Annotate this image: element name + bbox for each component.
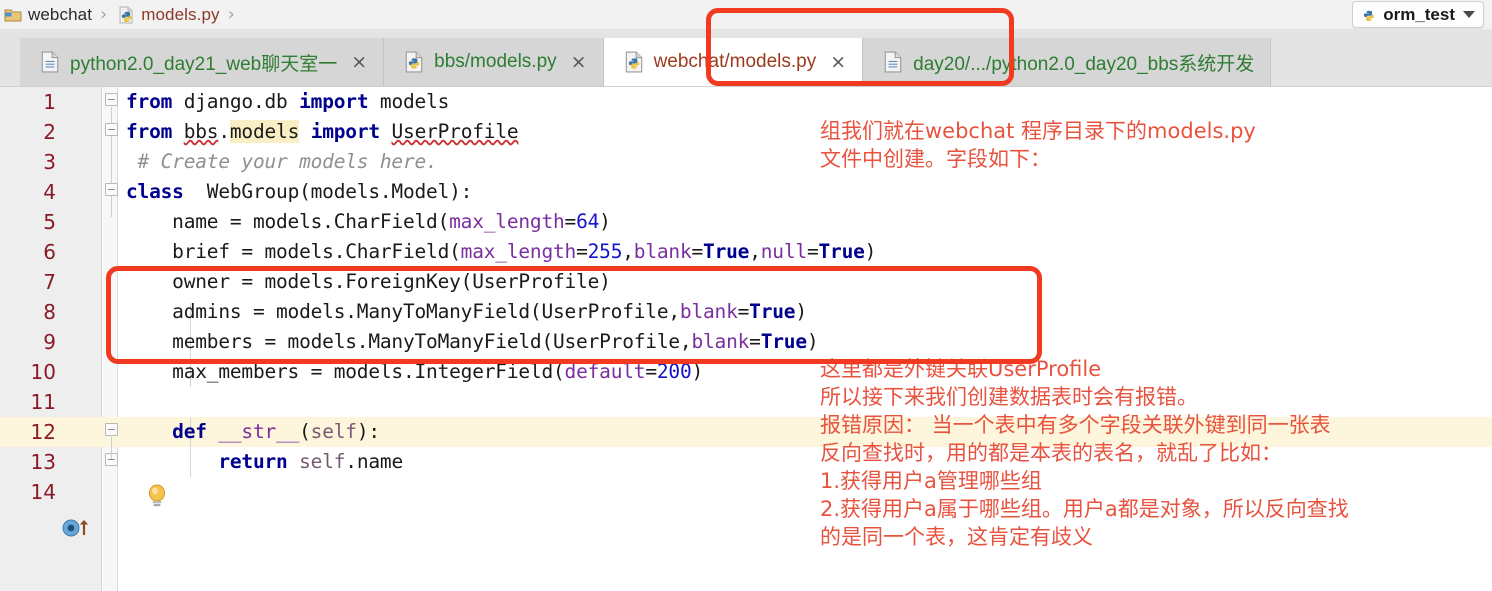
breadcrumb-separator: › [100, 4, 108, 25]
code-text: members = models.ManyToManyField(UserPro… [126, 330, 819, 353]
annotation-bottom-line-6: 2.获得用户a属于哪些组。用户a都是对象，所以反向查找 [820, 497, 1349, 521]
line-number: 2 [43, 120, 56, 144]
line-number: 1 [43, 90, 56, 114]
editor-tab-label: bbs/models.py [434, 51, 557, 72]
line-number: 8 [43, 300, 56, 324]
annotation-top-line-2: 文件中创建。字段如下： [820, 147, 1051, 171]
line-number: 13 [30, 450, 56, 474]
breadcrumb-separator: › [227, 4, 235, 25]
breadcrumb-item-webchat[interactable]: webchat [2, 0, 94, 29]
annotation-bottom-line-2: 所以接下来我们创建数据表时会有报错。 [820, 385, 1198, 409]
editor-tab-label: day20/.../python2.0_day20_bbs系统开发 [913, 53, 1255, 75]
code-text: admins = models.ManyToManyField(UserProf… [126, 300, 807, 323]
annotation-bottom-line-1: 这里都是外键关联UserProfile [820, 357, 1102, 381]
line-number: 11 [30, 390, 56, 414]
editor-tab-webchat-models[interactable]: webchat/models.py × [603, 38, 864, 86]
code-line-2[interactable]: 2 from bbs.models import UserProfile [0, 117, 1492, 147]
code-text: return self.name [218, 450, 403, 473]
annotation-bottom-line-5: 1.获得用户a管理哪些组 [820, 469, 1042, 493]
code-text: from django.db import models [126, 90, 450, 113]
editor-tab-python2-day21[interactable]: python2.0_day21_web聊天室一 × [20, 38, 385, 86]
line-number: 9 [43, 330, 56, 354]
code-text: # Create your models here. [126, 150, 438, 173]
code-line-8[interactable]: 8 admins = models.ManyToManyField(UserPr… [0, 297, 1492, 327]
folder-icon [4, 9, 22, 21]
code-text: brief = models.CharField(max_length=255,… [126, 240, 877, 263]
line-number: 10 [30, 360, 56, 384]
close-icon[interactable]: × [830, 52, 846, 72]
breadcrumb-item-models-py[interactable]: models.py [115, 0, 221, 29]
code-line-6[interactable]: 6 brief = models.CharField(max_length=25… [0, 237, 1492, 267]
code-text: def __str__(self): [172, 420, 380, 443]
code-text: name = models.CharField(max_length=64) [126, 210, 611, 233]
code-text: class WebGroup(models.Model): [126, 180, 473, 203]
annotation-bottom-line-3: 报错原因： 当一个表中有多个字段关联外键到同一张表 [820, 413, 1331, 437]
code-line-1[interactable]: 1 from django.db import models [0, 87, 1492, 117]
code-line-3[interactable]: 3 # Create your models here. [0, 147, 1492, 177]
code-line-5[interactable]: 5 name = models.CharField(max_length=64) [0, 207, 1492, 237]
annotation-bottom-line-4: 反向查找时，用的都是本表的表名，就乱了比如： [820, 441, 1282, 465]
editor-tab-bbs-models[interactable]: bbs/models.py × [384, 38, 604, 86]
code-editor[interactable]: 1 from django.db import models 2 from bb… [0, 86, 1492, 591]
editor-tab-bar: python2.0_day21_web聊天室一 × bbs/models.py … [0, 29, 1492, 86]
breadcrumb-label: webchat [28, 4, 93, 24]
close-icon[interactable]: × [351, 52, 367, 72]
line-number: 4 [43, 180, 56, 204]
breadcrumb: webchat › models.py › [0, 0, 1492, 29]
code-line-4[interactable]: 4 class WebGroup(models.Model): [0, 177, 1492, 207]
annotation-top-line-1: 组我们就在webchat 程序目录下的models.py [820, 119, 1256, 143]
code-line-7[interactable]: 7 owner = models.ForeignKey(UserProfile) [0, 267, 1492, 297]
python-file-icon [625, 51, 642, 73]
code-text: owner = models.ForeignKey(UserProfile) [126, 270, 611, 293]
editor-tab-day20-bbs[interactable]: day20/.../python2.0_day20_bbs系统开发 [863, 38, 1272, 86]
line-number: 12 [30, 420, 56, 444]
code-line-10[interactable]: 10 max_members = models.IntegerField(def… [0, 357, 1492, 387]
text-file-icon [884, 51, 902, 73]
line-number: 14 [30, 480, 56, 504]
overridden-method-icon[interactable] [62, 517, 92, 537]
editor-tab-label: webchat/models.py [653, 51, 817, 72]
intention-bulb-icon[interactable] [146, 483, 168, 509]
line-number: 5 [43, 210, 56, 234]
line-number: 6 [43, 240, 56, 264]
python-config-icon [1364, 10, 1374, 21]
annotation-bottom-line-7: 的是同一个表，这肯定有歧义 [820, 525, 1093, 549]
line-number: 3 [43, 150, 56, 174]
line-number: 7 [43, 270, 56, 294]
chevron-down-icon[interactable] [1463, 11, 1475, 18]
run-config-label: orm_test [1383, 4, 1455, 24]
python-file-icon [119, 6, 133, 23]
text-file-icon [41, 51, 59, 73]
code-text: from bbs.models import UserProfile [126, 120, 519, 143]
code-text: max_members = models.IntegerField(defaul… [126, 360, 704, 383]
editor-tab-label: python2.0_day21_web聊天室一 [70, 53, 338, 75]
run-configuration-selector[interactable]: orm_test [1352, 1, 1484, 28]
code-line-9[interactable]: 9 members = models.ManyToManyField(UserP… [0, 327, 1492, 357]
python-file-icon [405, 51, 423, 73]
breadcrumb-label: models.py [141, 4, 220, 24]
close-icon[interactable]: × [571, 52, 587, 72]
